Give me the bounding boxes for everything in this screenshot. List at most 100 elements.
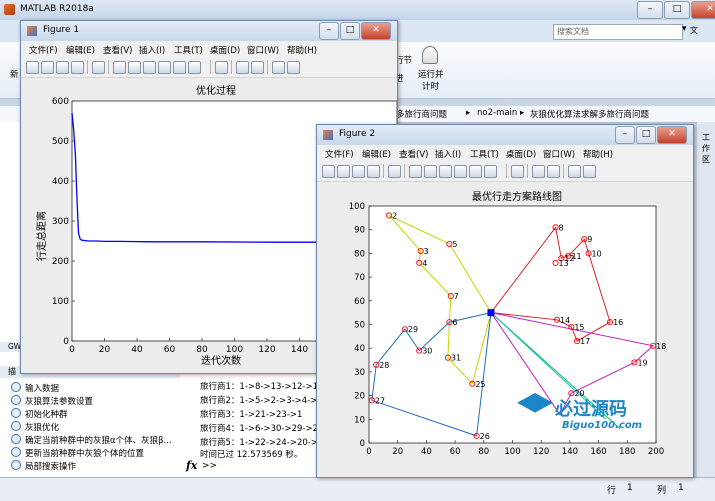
menu-help[interactable]: 帮助(H) bbox=[583, 148, 613, 160]
minimize-button[interactable]: – bbox=[319, 22, 339, 40]
command-prompt[interactable]: >> bbox=[202, 461, 217, 471]
pan-icon[interactable] bbox=[143, 61, 156, 74]
chart1-xtick-label: 60 bbox=[164, 345, 176, 355]
open-icon[interactable] bbox=[41, 61, 54, 74]
chart1-xtick-label: 100 bbox=[226, 345, 243, 355]
menu-insert[interactable]: 插入(I) bbox=[435, 148, 461, 160]
figure-icon bbox=[323, 130, 333, 140]
run-and-time-label[interactable]: 运行并 bbox=[418, 68, 444, 80]
menu-window[interactable]: 窗口(W) bbox=[543, 148, 575, 160]
function-item-label: 局部搜索操作 bbox=[25, 462, 77, 472]
menu-tools[interactable]: 工具(T) bbox=[470, 148, 499, 160]
path-crumb-1[interactable]: 多旅行商问题 bbox=[396, 108, 447, 120]
menu-edit[interactable]: 编辑(E) bbox=[66, 44, 95, 56]
city-label: 30 bbox=[422, 347, 432, 356]
hide-tools-icon[interactable] bbox=[272, 61, 285, 74]
colorbar-icon[interactable] bbox=[532, 165, 545, 178]
rotate-icon[interactable] bbox=[158, 61, 171, 74]
chart2-ytick-label: 10 bbox=[354, 415, 365, 425]
show-tools-icon[interactable] bbox=[287, 61, 300, 74]
menu-help[interactable]: 帮助(H) bbox=[287, 44, 317, 56]
data-cursor-icon[interactable] bbox=[173, 61, 186, 74]
open-icon[interactable] bbox=[337, 165, 350, 178]
function-item[interactable]: 输入数据 bbox=[11, 382, 59, 394]
figure1-title-bar[interactable]: Figure 1 – □ ✕ bbox=[21, 21, 397, 41]
print-icon[interactable] bbox=[367, 165, 380, 178]
zoom-out-icon[interactable] bbox=[128, 61, 141, 74]
edit-plot-icon[interactable] bbox=[92, 61, 105, 74]
save-icon[interactable] bbox=[56, 61, 69, 74]
minimize-button[interactable]: – bbox=[615, 126, 635, 144]
menu-tools[interactable]: 工具(T) bbox=[174, 44, 203, 56]
function-item[interactable]: 更新当前种群中灰狼个体的位置 bbox=[11, 447, 144, 459]
function-item[interactable]: 灰狼优化 bbox=[11, 421, 59, 433]
menu-window[interactable]: 窗口(W) bbox=[247, 44, 279, 56]
new-label[interactable]: 新 bbox=[10, 68, 19, 80]
data-cursor-icon[interactable] bbox=[469, 165, 482, 178]
figure2-title-bar[interactable]: Figure 2 – □ ✕ bbox=[317, 125, 693, 145]
minimize-button[interactable]: – bbox=[637, 1, 663, 19]
command-output-line: 旅行商3：1->21->23->1 bbox=[200, 410, 303, 420]
zoom-in-icon[interactable] bbox=[409, 165, 422, 178]
link-icon[interactable] bbox=[511, 165, 524, 178]
path-crumb-3[interactable]: 灰狼优化算法求解多旅行商问题 bbox=[530, 108, 649, 120]
menu-desktop[interactable]: 桌面(D) bbox=[210, 44, 240, 56]
run-and-time-icon[interactable] bbox=[422, 46, 438, 64]
city-label: 2 bbox=[392, 211, 397, 220]
menu-file[interactable]: 文件(F) bbox=[29, 44, 58, 56]
maximize-button[interactable]: □ bbox=[340, 22, 360, 40]
link-icon[interactable] bbox=[215, 61, 228, 74]
maximize-button[interactable]: □ bbox=[664, 1, 690, 19]
search-input[interactable]: 搜索文档 bbox=[553, 24, 683, 40]
new-figure-icon[interactable] bbox=[322, 165, 335, 178]
figure-icon bbox=[27, 26, 37, 36]
figure2-window[interactable]: Figure 2 – □ ✕ 文件(F) 编辑(E) 查看(V) 插入(I) 工… bbox=[316, 124, 694, 478]
workspace-sidebar[interactable]: 工作区 bbox=[697, 122, 715, 477]
rotate-icon[interactable] bbox=[454, 165, 467, 178]
function-item[interactable]: 灰狼算法参数设置 bbox=[11, 395, 93, 407]
workspace-label: 工作区 bbox=[702, 133, 710, 164]
row-label: 行 bbox=[607, 486, 617, 496]
run-and-time-label-2[interactable]: 计时 bbox=[422, 80, 439, 92]
function-item[interactable]: 确定当前种群中的灰狼α个体、灰狼β... bbox=[11, 434, 172, 446]
menu-desktop[interactable]: 桌面(D) bbox=[506, 148, 536, 160]
menu-view[interactable]: 查看(V) bbox=[399, 148, 428, 160]
city-label: 18 bbox=[656, 342, 666, 351]
brush-icon[interactable] bbox=[188, 61, 201, 74]
print-icon[interactable] bbox=[71, 61, 84, 74]
matlab-title: MATLAB R2018a bbox=[20, 4, 94, 14]
save-icon[interactable] bbox=[352, 165, 365, 178]
edit-plot-icon[interactable] bbox=[388, 165, 401, 178]
city-label: 17 bbox=[580, 337, 590, 346]
chart1-xtick-label: 0 bbox=[69, 345, 75, 355]
menu-view[interactable]: 查看(V) bbox=[103, 44, 132, 56]
menu-insert[interactable]: 插入(I) bbox=[139, 44, 165, 56]
function-item[interactable]: 初始化种群 bbox=[11, 408, 68, 420]
menu-file[interactable]: 文件(F) bbox=[325, 148, 354, 160]
chart1-xtick-label: 140 bbox=[291, 345, 308, 355]
city-label: 8 bbox=[559, 223, 564, 232]
brush-icon[interactable] bbox=[484, 165, 497, 178]
city-label: 28 bbox=[379, 361, 389, 370]
pan-icon[interactable] bbox=[439, 165, 452, 178]
close-button[interactable]: ✕ bbox=[691, 1, 715, 19]
city-label: 5 bbox=[452, 240, 457, 249]
zoom-out-icon[interactable] bbox=[424, 165, 437, 178]
zoom-in-icon[interactable] bbox=[113, 61, 126, 74]
show-tools-icon[interactable] bbox=[583, 165, 596, 178]
legend-icon[interactable] bbox=[547, 165, 560, 178]
maximize-button[interactable]: □ bbox=[636, 126, 656, 144]
close-button[interactable]: ✕ bbox=[361, 22, 391, 40]
function-item[interactable]: 局部搜索操作 bbox=[11, 460, 76, 472]
watermark-text: 必过源码 bbox=[555, 399, 627, 420]
legend-icon[interactable] bbox=[251, 61, 264, 74]
path-crumb-2[interactable]: no2-main bbox=[477, 108, 517, 118]
new-figure-icon[interactable] bbox=[26, 61, 39, 74]
colorbar-icon[interactable] bbox=[236, 61, 249, 74]
chart2-ytick-label: 70 bbox=[354, 273, 365, 283]
chart2-ytick-label: 90 bbox=[354, 226, 365, 236]
city-label: 26 bbox=[480, 432, 490, 441]
hide-tools-icon[interactable] bbox=[568, 165, 581, 178]
close-button[interactable]: ✕ bbox=[657, 126, 687, 144]
menu-edit[interactable]: 编辑(E) bbox=[362, 148, 391, 160]
